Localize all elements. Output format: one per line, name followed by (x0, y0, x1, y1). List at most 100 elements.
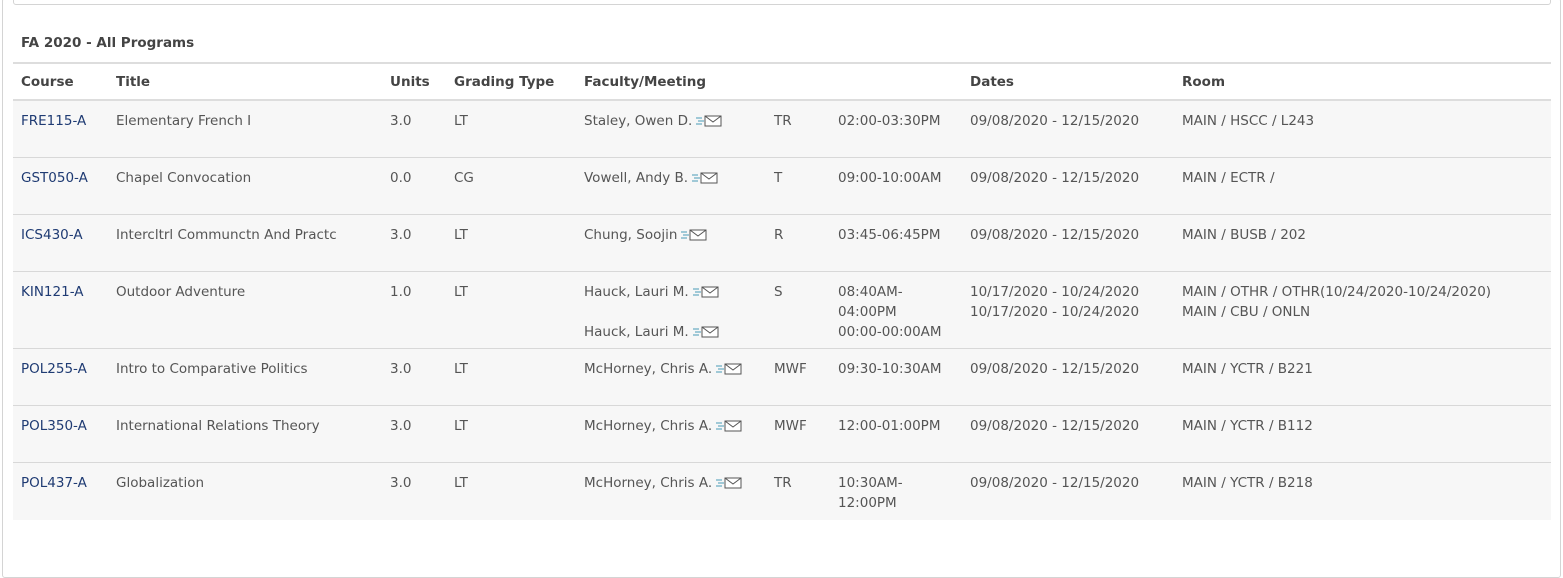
grading-type: LT (454, 418, 468, 434)
course-link[interactable]: GST050-A (21, 170, 88, 186)
course-title: Globalization (116, 475, 205, 491)
room-line: MAIN / YCTR / B221 (1182, 361, 1313, 377)
table-row: FRE115-A Elementary French I 3.0 LT Staley, … (13, 101, 1551, 158)
grading-type: LT (454, 227, 468, 243)
email-faculty-icon[interactable] (692, 286, 719, 298)
course-units: 3.0 (390, 361, 412, 377)
meeting-time-line: 02:00-03:30PM (838, 113, 941, 129)
date-range: 09/08/2020 - 12/15/2020 (970, 227, 1140, 243)
meeting-dates: 09/08/2020 - 12/15/2020 (970, 473, 1139, 493)
section-title: FA 2020 - All Programs (21, 35, 195, 51)
room-location: MAIN / ECTR / (1182, 168, 1275, 188)
table-row: KIN121-A Outdoor Adventure 1.0 LT Hauck, Lau… (13, 272, 1551, 349)
meeting-time-line: 09:00-10:00AM (838, 170, 942, 186)
course-link[interactable]: ICS430-A (21, 227, 83, 243)
course-link[interactable]: POL350-A (21, 418, 87, 434)
meeting-time-line: 10:30AM- (838, 475, 903, 491)
room-location: MAIN / BUSB / 202 (1182, 225, 1306, 245)
faculty-name: Hauck, Lauri M. (584, 324, 689, 340)
faculty-cell: McHorney, Chris A. (584, 359, 742, 379)
room-location: MAIN / OTHR / OTHR(10/24/2020-10/24/2020… (1182, 282, 1491, 322)
room-location: MAIN / YCTR / B112 (1182, 416, 1313, 436)
course-title: Intro to Comparative Politics (116, 361, 308, 377)
meeting-time-line: 09:30-10:30AM (838, 361, 942, 377)
faculty-name: McHorney, Chris A. (584, 475, 713, 491)
meeting-time: 10:30AM- 12:00PM (838, 473, 903, 513)
course-units: 0.0 (390, 170, 412, 186)
room-line: MAIN / YCTR / B112 (1182, 418, 1313, 434)
grading-type: LT (454, 361, 468, 377)
room-line: MAIN / CBU / ONLN (1182, 304, 1311, 320)
column-header-grading-type: Grading Type (454, 74, 555, 90)
email-faculty-icon[interactable] (716, 477, 742, 489)
meeting-time: 02:00-03:30PM (838, 111, 940, 131)
date-range: 09/08/2020 - 12/15/2020 (970, 418, 1140, 434)
grading-type: LT (454, 113, 468, 129)
course-units: 3.0 (390, 227, 412, 243)
table-row: ICS430-A Intercltrl Communctn And Practc 3… (13, 215, 1551, 272)
meeting-time: 08:40AM- 04:00PM 00:00-00:00AM (838, 282, 942, 342)
column-header-course: Course (21, 74, 74, 90)
email-faculty-icon[interactable] (696, 115, 722, 127)
grading-type: LT (454, 284, 468, 300)
email-faculty-icon[interactable] (692, 326, 719, 338)
room-line: MAIN / BUSB / 202 (1182, 227, 1306, 243)
meeting-days: TR (774, 475, 792, 491)
course-link[interactable]: FRE115-A (21, 113, 86, 129)
room-location: MAIN / HSCC / L243 (1182, 111, 1314, 131)
faculty-cell: Hauck, Lauri M. Hauck, Lauri M. (584, 282, 719, 342)
date-range: 09/08/2020 - 12/15/2020 (970, 170, 1140, 186)
faculty-name: Staley, Owen D. (584, 113, 693, 129)
meeting-dates: 09/08/2020 - 12/15/2020 (970, 111, 1139, 131)
meeting-time: 12:00-01:00PM (838, 416, 940, 436)
date-range: 09/08/2020 - 12/15/2020 (970, 113, 1140, 129)
meeting-days: MWF (774, 361, 807, 377)
column-header-title: Title (116, 74, 151, 90)
date-range: 09/08/2020 - 12/15/2020 (970, 361, 1140, 377)
meeting-time-line: 12:00-01:00PM (838, 418, 941, 434)
course-link[interactable]: POL437-A (21, 475, 87, 491)
email-faculty-icon[interactable] (716, 363, 742, 375)
top-panel-edge (13, 0, 1551, 5)
schedule-table-body: FRE115-A Elementary French I 3.0 LT Staley, … (13, 101, 1551, 520)
faculty-cell: Staley, Owen D. (584, 111, 722, 131)
meeting-time-line: 12:00PM (838, 495, 897, 511)
faculty-name: Hauck, Lauri M. (584, 284, 689, 300)
course-units: 1.0 (390, 284, 412, 300)
faculty-cell: McHorney, Chris A. (584, 416, 742, 436)
meeting-dates: 09/08/2020 - 12/15/2020 (970, 225, 1139, 245)
course-link[interactable]: POL255-A (21, 361, 87, 377)
meeting-time-line: 03:45-06:45PM (838, 227, 941, 243)
meeting-days: S (774, 284, 783, 300)
meeting-time-line: 04:00PM (838, 304, 897, 320)
room-line: MAIN / HSCC / L243 (1182, 113, 1315, 129)
meeting-time: 03:45-06:45PM (838, 225, 940, 245)
room-location: MAIN / YCTR / B218 (1182, 473, 1313, 493)
date-range: 09/08/2020 - 12/15/2020 (970, 475, 1140, 491)
table-row: POL350-A International Relations Theory 3.… (13, 406, 1551, 463)
email-faculty-icon[interactable] (692, 172, 718, 184)
faculty-name: Chung, Soojin (584, 227, 678, 243)
room-line: MAIN / ECTR / (1182, 170, 1275, 186)
course-link[interactable]: KIN121-A (21, 284, 84, 300)
email-faculty-icon[interactable] (716, 420, 742, 432)
room-line: MAIN / OTHR / OTHR(10/24/2020-10/24/2020… (1182, 284, 1492, 300)
grading-type: LT (454, 475, 468, 491)
course-units: 3.0 (390, 418, 412, 434)
course-units: 3.0 (390, 475, 412, 491)
date-range: 10/17/2020 - 10/24/2020 (970, 284, 1140, 300)
faculty-cell: Chung, Soojin (584, 225, 707, 245)
meeting-time: 09:30-10:30AM (838, 359, 942, 379)
column-header-units: Units (390, 74, 430, 90)
email-faculty-icon[interactable] (681, 229, 707, 241)
column-header-room: Room (1182, 74, 1226, 90)
meeting-days: R (774, 227, 784, 243)
faculty-cell: McHorney, Chris A. (584, 473, 742, 493)
grading-type: CG (454, 170, 474, 186)
course-title: Chapel Convocation (116, 170, 252, 186)
schedule-table-header: Course Title Units Grading Type Faculty/… (13, 62, 1551, 101)
column-header-faculty-meeting: Faculty/Meeting (584, 74, 707, 90)
course-units: 3.0 (390, 113, 412, 129)
meeting-time: 09:00-10:00AM (838, 168, 942, 188)
meeting-time-line: 08:40AM- (838, 284, 903, 300)
